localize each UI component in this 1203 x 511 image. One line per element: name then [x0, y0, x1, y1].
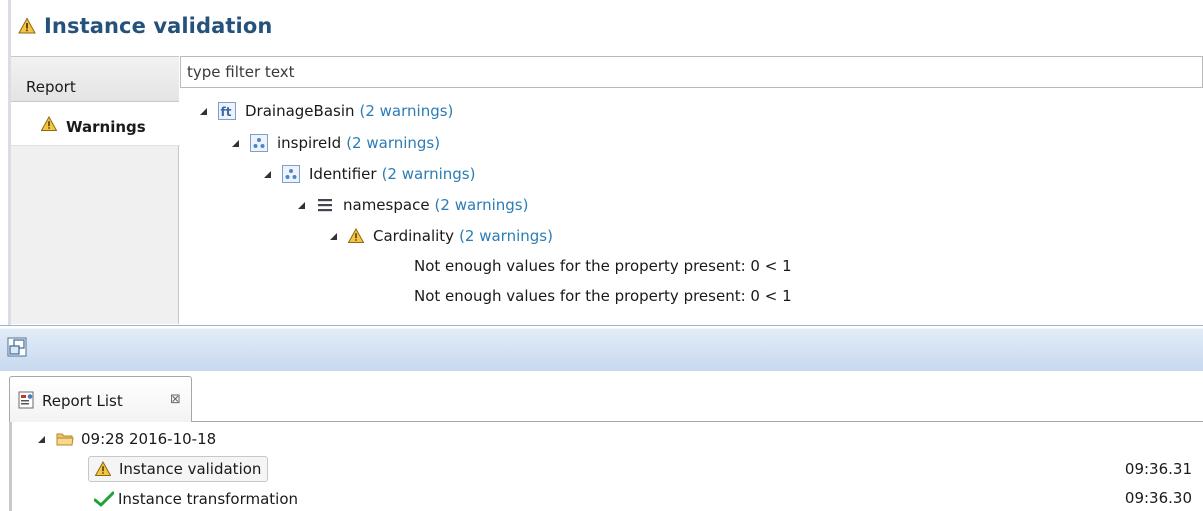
selected-report-item[interactable]: Instance validation — [88, 456, 269, 482]
collapse-triangle-icon[interactable] — [296, 200, 306, 210]
view-left-border — [9, 422, 12, 511]
tab-warnings-label: Warnings — [66, 118, 146, 136]
feature-type-icon: ft — [218, 102, 236, 120]
warning-icon — [18, 17, 36, 34]
report-list-icon — [18, 391, 34, 409]
warning-count: (2 warnings) — [359, 102, 454, 120]
tree-node-identifier[interactable]: Identifier (2 warnings) — [262, 162, 475, 186]
page-title: Instance validation — [44, 14, 273, 38]
report-item-time: 09:36.31 — [1124, 460, 1192, 478]
tree-node-label: inspireId — [277, 134, 342, 152]
editor-header: Instance validation — [0, 0, 1203, 42]
warning-icon — [41, 116, 57, 131]
complex-type-icon — [282, 165, 300, 183]
folder-icon — [56, 433, 74, 446]
tree-node-inspireid[interactable]: inspireId (2 warnings) — [230, 131, 440, 155]
report-sidebar: Report Warnings — [11, 56, 180, 324]
report-item-instance-transformation[interactable]: Instance transformation — [94, 487, 298, 511]
tab-report[interactable]: Report — [11, 56, 179, 102]
collapse-triangle-icon[interactable] — [328, 231, 338, 241]
tree-node-label: DrainageBasin — [245, 102, 355, 120]
report-group-label: 09:28 2016-10-18 — [81, 430, 217, 448]
collapse-triangle-icon[interactable] — [198, 106, 208, 116]
tree-node-label: Cardinality — [373, 227, 455, 245]
validation-message[interactable]: Not enough values for the property prese… — [414, 257, 792, 275]
svg-text:ft: ft — [221, 105, 232, 119]
close-icon[interactable]: ⊠ — [170, 392, 181, 407]
property-list-icon — [318, 199, 332, 212]
filter-input[interactable] — [181, 57, 1202, 87]
warning-icon — [348, 228, 364, 243]
collapse-triangle-icon[interactable] — [36, 434, 46, 444]
warning-count: (2 warnings) — [346, 134, 441, 152]
report-item-instance-validation[interactable]: Instance validation — [88, 456, 269, 482]
report-item-label: Instance transformation — [118, 490, 299, 508]
warning-icon — [95, 461, 111, 476]
complex-type-icon — [250, 134, 268, 152]
tab-report-label: Report — [26, 78, 76, 96]
collapse-triangle-icon[interactable] — [262, 169, 272, 179]
tree-node-drainagebasin[interactable]: ft DrainageBasin (2 warnings) — [198, 99, 453, 123]
warning-count: (2 warnings) — [381, 165, 476, 183]
tab-warnings[interactable]: Warnings — [11, 102, 180, 146]
minimized-view-bar — [0, 325, 1203, 371]
tree-node-label: Identifier — [309, 165, 377, 183]
view-tabstrip: Report List ⊠ — [9, 376, 1203, 422]
report-item-label: Instance validation — [119, 460, 262, 478]
filter-field[interactable] — [180, 56, 1203, 88]
check-icon — [94, 491, 114, 507]
warning-count: (2 warnings) — [459, 227, 553, 245]
validation-message[interactable]: Not enough values for the property prese… — [414, 287, 792, 305]
tree-node-namespace[interactable]: namespace (2 warnings) — [296, 193, 528, 217]
tree-node-label: namespace — [343, 196, 430, 214]
warning-count: (2 warnings) — [434, 196, 529, 214]
tab-report-list[interactable]: Report List ⊠ — [9, 376, 192, 422]
collapse-triangle-icon[interactable] — [230, 138, 240, 148]
report-group-row[interactable]: 09:28 2016-10-18 — [36, 427, 216, 451]
tree-node-cardinality[interactable]: Cardinality (2 warnings) — [328, 224, 553, 248]
tab-label: Report List — [42, 392, 123, 410]
restore-view-icon[interactable] — [7, 337, 27, 357]
report-item-time: 09:36.30 — [1124, 489, 1192, 507]
